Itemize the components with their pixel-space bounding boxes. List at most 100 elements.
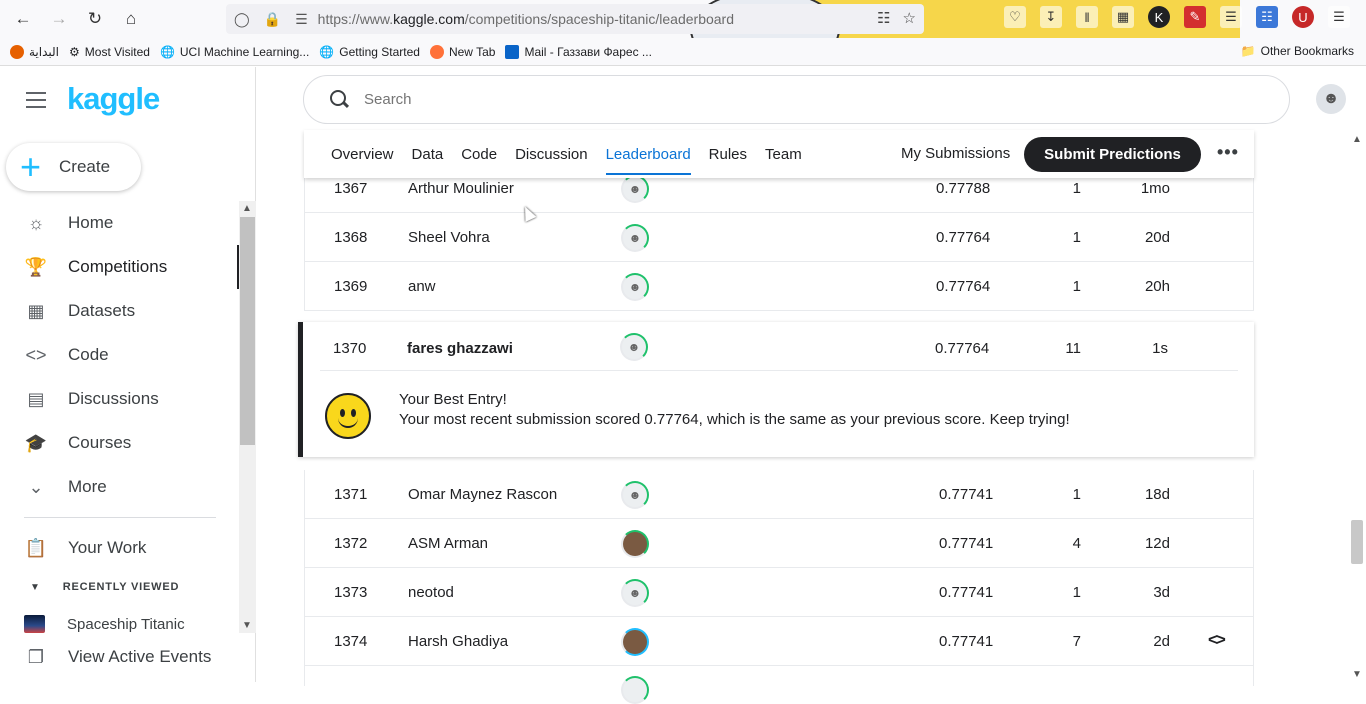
tally-extension-icon[interactable]: ☰: [1220, 6, 1242, 28]
create-button[interactable]: + Create: [6, 143, 141, 191]
table-row[interactable]: 1372 ASM Arman 0.77741 4 12d: [304, 519, 1254, 568]
home-icon[interactable]: ⌂: [118, 6, 144, 32]
globe-icon: 🌐: [159, 44, 175, 59]
sidebar-item-datasets[interactable]: ▦ Datasets: [0, 289, 240, 333]
tab-rules[interactable]: Rules: [709, 130, 747, 178]
table-row[interactable]: 1374 Harsh Ghadiya 0.77741 7 2d <>: [304, 617, 1254, 666]
code-icon[interactable]: <>: [1208, 630, 1226, 650]
tab-code[interactable]: Code: [461, 130, 497, 178]
row-rank: 1367: [334, 180, 368, 197]
scroll-up-icon[interactable]: ▲: [242, 203, 252, 214]
bookmark-getting-started[interactable]: 🌐 Getting Started: [319, 45, 420, 59]
row-team-name[interactable]: Harsh Ghadiya: [408, 633, 508, 650]
permissions-icon[interactable]: ☰: [295, 11, 308, 28]
ublock-icon[interactable]: U: [1292, 6, 1314, 28]
sidebar-item-competitions[interactable]: 🏆 Competitions: [0, 245, 240, 289]
sidebar-item-more[interactable]: ⌄ More: [0, 465, 240, 509]
view-active-events[interactable]: ❐ View Active Events: [0, 635, 240, 679]
tab-data[interactable]: Data: [412, 130, 444, 178]
search-box[interactable]: [303, 75, 1290, 124]
team-avatar-photo[interactable]: [621, 530, 649, 558]
tab-overview[interactable]: Overview: [331, 130, 394, 178]
table-row-partial[interactable]: [304, 666, 1254, 704]
bookmark-start[interactable]: البداية: [10, 44, 60, 59]
search-input[interactable]: [364, 91, 1244, 108]
sidebar-item-your-work[interactable]: 📋 Your Work: [0, 526, 240, 570]
recently-viewed-header[interactable]: ▼ RECENTLY VIEWED: [30, 581, 179, 593]
team-avatar[interactable]: ☻: [621, 224, 649, 252]
bookmark-star-icon[interactable]: ☆: [903, 9, 916, 27]
sidebar-item-courses[interactable]: 🎓 Courses: [0, 421, 240, 465]
url-text[interactable]: https://www.kaggle.com/competitions/spac…: [318, 11, 734, 27]
library-icon[interactable]: ‖: [1076, 6, 1098, 28]
bookmark-most-visited[interactable]: ⚙ Most Visited: [69, 45, 150, 59]
scroll-down-icon[interactable]: ▼: [242, 620, 252, 631]
row-team-name[interactable]: anw: [408, 278, 436, 295]
other-bookmarks[interactable]: 📁 Other Bookmarks: [1241, 44, 1354, 58]
team-avatar[interactable]: ☻: [620, 333, 648, 361]
table-row[interactable]: 1368 Sheel Vohra ☻ 0.77764 1 20d: [304, 213, 1254, 262]
tab-discussion[interactable]: Discussion: [515, 130, 588, 178]
pocket-icon[interactable]: ♡: [1004, 6, 1026, 28]
team-avatar[interactable]: ☻: [621, 579, 649, 607]
your-work-row[interactable]: 📋 Your Work: [0, 526, 240, 570]
row-score: 0.77741: [939, 584, 994, 601]
bookmark-uci[interactable]: 🌐 UCI Machine Learning...: [160, 45, 309, 59]
sidebar-item-label: Courses: [68, 433, 132, 452]
sidebar-scroll-thumb[interactable]: [240, 217, 255, 445]
shield-icon[interactable]: ◯: [234, 11, 250, 28]
team-avatar[interactable]: ☻: [621, 273, 649, 301]
tab-team[interactable]: Team: [765, 130, 802, 178]
row-team-name[interactable]: Omar Maynez Rascon: [408, 486, 557, 503]
sidebar-item-discussions[interactable]: ▤ Discussions: [0, 377, 240, 421]
table-row[interactable]: 1369 anw ☻ 0.77764 1 20h: [304, 262, 1254, 311]
bookmark-new-tab[interactable]: New Tab: [429, 44, 495, 59]
page-scrollbar[interactable]: ▲ ▼: [1349, 130, 1366, 682]
user-avatar[interactable]: ☻: [1316, 84, 1346, 114]
kaggle-k-icon[interactable]: K: [1148, 6, 1170, 28]
team-avatar-photo[interactable]: [621, 628, 649, 656]
team-avatar[interactable]: ☻: [621, 481, 649, 509]
page-scroll-thumb[interactable]: [1351, 520, 1363, 564]
translate-extension-icon[interactable]: ☷: [1256, 6, 1278, 28]
url-bar[interactable]: ◯ 🔒 ☰ https://www.kaggle.com/competition…: [226, 4, 924, 34]
team-avatar[interactable]: [621, 676, 649, 704]
row-team-name[interactable]: ASM Arman: [408, 535, 488, 552]
sidebar-icon[interactable]: ▦: [1112, 6, 1134, 28]
reload-icon[interactable]: ↻: [82, 6, 108, 32]
tab-leaderboard[interactable]: Leaderboard: [605, 130, 691, 178]
kaggle-logo[interactable]: kaggle: [67, 81, 160, 117]
table-row[interactable]: 1373 neotod ☻ 0.77741 1 3d: [304, 568, 1254, 617]
row-team-name[interactable]: Sheel Vohra: [408, 229, 490, 246]
pdf-extension-icon[interactable]: ✎: [1184, 6, 1206, 28]
hamburger-menu-icon[interactable]: [26, 92, 46, 113]
view-active-events-row[interactable]: ❐ View Active Events: [0, 635, 240, 679]
lock-icon[interactable]: 🔒: [264, 11, 281, 28]
team-avatar[interactable]: ☻: [621, 175, 649, 203]
scroll-up-icon[interactable]: ▲: [1352, 134, 1362, 145]
sidebar-scrollbar[interactable]: ▲ ▼: [239, 201, 256, 633]
back-icon[interactable]: ←: [10, 6, 36, 32]
row-team-name[interactable]: Arthur Moulinier: [408, 180, 514, 197]
bookmark-mail[interactable]: Mail - Газзави Фарес ...: [505, 44, 652, 59]
sidebar-item-code[interactable]: <> Code: [0, 333, 240, 377]
best-entry-message: Your most recent submission scored 0.777…: [399, 411, 1070, 428]
row-entries: 1: [1072, 486, 1081, 503]
submit-predictions-button[interactable]: Submit Predictions: [1024, 137, 1201, 172]
downloads-icon[interactable]: ↧: [1040, 6, 1062, 28]
forward-icon[interactable]: →: [46, 6, 72, 32]
sidebar-item-home[interactable]: ☼ Home: [0, 201, 240, 245]
current-team-name[interactable]: fares ghazzawi: [407, 340, 513, 357]
table-row[interactable]: 1371 Omar Maynez Rascon ☻ 0.77741 1 18d: [304, 470, 1254, 519]
row-rank: 1369: [334, 278, 368, 295]
menu-icon[interactable]: ☰: [1328, 6, 1350, 28]
translate-icon[interactable]: ☷: [877, 9, 890, 27]
recent-item-spaceship-titanic[interactable]: Spaceship Titanic: [24, 615, 185, 633]
scroll-down-icon[interactable]: ▼: [1352, 669, 1362, 680]
row-team-name[interactable]: neotod: [408, 584, 454, 601]
more-options-icon[interactable]: •••: [1217, 142, 1239, 163]
bookmark-label: البداية: [29, 44, 60, 59]
row-last: 20d: [1144, 229, 1170, 246]
compass-icon: ☼: [27, 212, 45, 233]
my-submissions-link[interactable]: My Submissions: [901, 145, 1010, 162]
